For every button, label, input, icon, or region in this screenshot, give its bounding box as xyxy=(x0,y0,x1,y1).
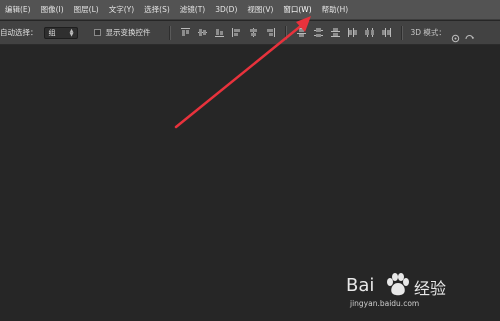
watermark-brand-right: 经验 xyxy=(414,279,447,298)
3d-roll-icon[interactable] xyxy=(465,28,474,40)
align-hcenter-icon[interactable] xyxy=(248,27,259,38)
menu-layer[interactable]: 图层(L) xyxy=(74,4,99,15)
distribute-left-icon[interactable] xyxy=(347,27,358,38)
auto-select-label: 自动选择： xyxy=(0,28,38,37)
separator xyxy=(400,25,403,40)
menu-help[interactable]: 帮助(H) xyxy=(322,4,349,15)
align-right-icon[interactable] xyxy=(265,27,276,38)
watermark-url: jingyan.baidu.com xyxy=(350,299,420,308)
distribute-vcenter-icon[interactable] xyxy=(313,27,324,38)
show-transform-checkbox[interactable] xyxy=(93,29,101,36)
align-left-icon[interactable] xyxy=(231,27,242,38)
paw-logo-icon xyxy=(387,273,409,296)
3d-rotate-icon[interactable] xyxy=(451,28,460,43)
baidu-jingyan-watermark: Bai 经验 jingyan.baidu.com xyxy=(346,269,464,313)
align-bottom-icon[interactable] xyxy=(214,27,225,38)
align-top-icon[interactable] xyxy=(180,27,191,38)
separator xyxy=(168,25,171,40)
options-bar: 自动选择： 组 ▲ ▼ 显示变换控件 3D 模式： xyxy=(0,21,500,45)
distribute-top-icon[interactable] xyxy=(296,27,307,38)
menu-view[interactable]: 视图(V) xyxy=(247,4,273,15)
menu-window[interactable]: 窗口(W) xyxy=(283,4,311,15)
menu-edit[interactable]: 编辑(E) xyxy=(5,4,31,15)
distribute-bottom-icon[interactable] xyxy=(330,27,341,38)
dropdown-arrows-icon: ▲ ▼ xyxy=(69,27,74,38)
menu-image[interactable]: 图像(I) xyxy=(41,4,64,15)
separator xyxy=(284,25,287,40)
align-vcenter-icon[interactable] xyxy=(197,27,208,38)
menu-3d[interactable]: 3D(D) xyxy=(215,5,237,14)
menu-select[interactable]: 选择(S) xyxy=(144,4,170,15)
menu-type[interactable]: 文字(Y) xyxy=(109,4,134,15)
watermark-brand-left: Bai xyxy=(346,275,375,296)
auto-select-value: 组 xyxy=(48,28,56,37)
3d-mode-label: 3D 模式： xyxy=(410,28,446,37)
distribute-hcenter-icon[interactable] xyxy=(364,27,375,38)
show-transform-label: 显示变换控件 xyxy=(105,28,151,37)
menu-filter[interactable]: 滤镜(T) xyxy=(180,4,205,15)
auto-select-dropdown[interactable]: 组 ▲ ▼ xyxy=(43,26,78,39)
menu-bar: 编辑(E) 图像(I) 图层(L) 文字(Y) 选择(S) 滤镜(T) 3D(D… xyxy=(0,0,500,20)
distribute-right-icon[interactable] xyxy=(381,27,392,38)
